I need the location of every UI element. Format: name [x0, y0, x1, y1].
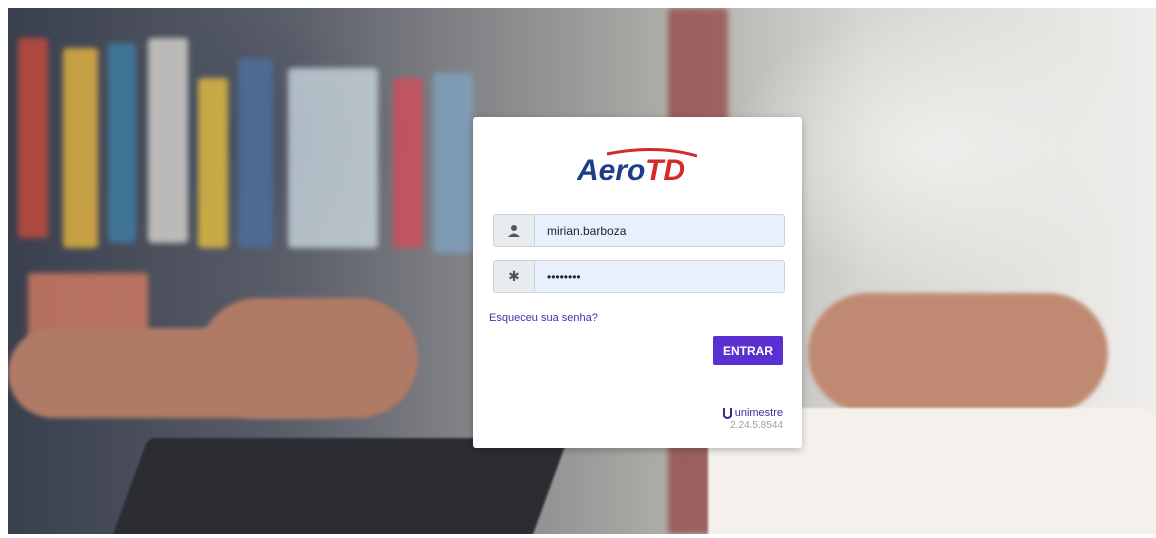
hand-right: [198, 298, 418, 418]
laptop-keyboard: [107, 438, 569, 534]
username-input[interactable]: [535, 215, 784, 246]
username-field: [493, 214, 785, 247]
login-card: Aero TD ✱ Esqueceu sua senha? ENTRAR uni…: [473, 117, 802, 448]
login-button[interactable]: ENTRAR: [713, 336, 783, 365]
user-icon: [494, 215, 535, 246]
svg-text:TD: TD: [645, 154, 685, 187]
book-spine: [198, 78, 228, 248]
book-spine: [433, 73, 473, 253]
book-spine: [108, 43, 136, 243]
hand-book: [808, 293, 1108, 413]
book-spine: [393, 78, 423, 248]
password-input[interactable]: [535, 261, 784, 292]
svg-text:Aero: Aero: [577, 154, 645, 187]
book-spine: [238, 58, 273, 248]
book-spine: [288, 68, 378, 248]
book-spine: [63, 48, 98, 248]
aerotd-logo: Aero TD: [577, 148, 698, 187]
unimestre-logo-icon: [722, 407, 732, 419]
book-spine: [18, 38, 48, 238]
version-label: 2.24.5.8544: [730, 420, 783, 431]
forgot-password-link[interactable]: Esqueceu sua senha?: [489, 312, 598, 324]
book-spine: [148, 38, 188, 243]
unimestre-brand: unimestre 2.24.5.8544: [722, 407, 783, 431]
asterisk-icon: ✱: [494, 261, 535, 292]
password-field: ✱: [493, 260, 785, 293]
brand-name: unimestre: [734, 407, 783, 419]
